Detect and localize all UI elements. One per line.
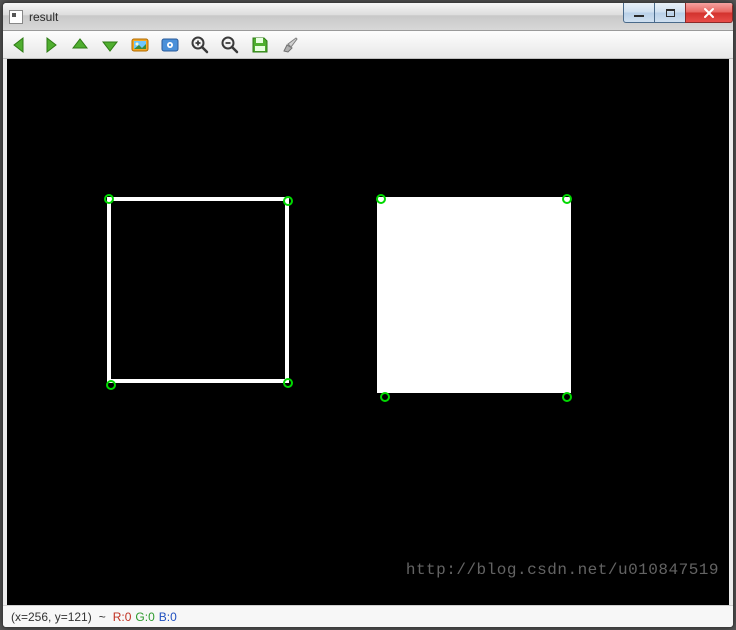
corner-marker <box>283 378 293 388</box>
corner-marker <box>283 196 293 206</box>
cursor-coords: (x=256, y=121) <box>11 610 92 624</box>
image-button[interactable] <box>129 34 151 56</box>
corner-marker <box>380 392 390 402</box>
pixel-b: B:0 <box>159 610 177 624</box>
watermark: http://blog.csdn.net/u010847519 <box>406 561 719 579</box>
pixel-r: R:0 <box>113 610 132 624</box>
maximize-button[interactable] <box>654 3 686 23</box>
app-icon <box>9 10 23 24</box>
brush-button[interactable] <box>279 34 301 56</box>
zoom-out-icon <box>220 35 240 55</box>
titlebar: result <box>3 3 733 31</box>
close-icon <box>703 7 715 19</box>
window-title: result <box>29 10 58 24</box>
arrow-right-icon <box>40 35 60 55</box>
up-button[interactable] <box>69 34 91 56</box>
corner-marker <box>106 380 116 390</box>
corner-marker <box>562 194 572 204</box>
zoom-in-icon <box>190 35 210 55</box>
corner-marker <box>104 194 114 204</box>
back-button[interactable] <box>9 34 31 56</box>
arrow-up-icon <box>70 35 90 55</box>
separator: ~ <box>99 610 106 624</box>
zoom-out-button[interactable] <box>219 34 241 56</box>
view-icon <box>160 35 180 55</box>
minimize-button[interactable] <box>623 3 655 23</box>
zoom-in-button[interactable] <box>189 34 211 56</box>
save-icon <box>250 35 270 55</box>
filled-square <box>377 197 571 393</box>
app-window: result <box>2 2 734 628</box>
image-icon <box>130 35 150 55</box>
corner-marker <box>376 194 386 204</box>
view-button[interactable] <box>159 34 181 56</box>
minimize-icon <box>634 15 644 17</box>
arrow-left-icon <box>10 35 30 55</box>
down-button[interactable] <box>99 34 121 56</box>
status-bar: (x=256, y=121) ~ R:0 G:0 B:0 <box>3 605 733 627</box>
save-button[interactable] <box>249 34 271 56</box>
pixel-g: G:0 <box>135 610 154 624</box>
window-buttons <box>624 3 733 23</box>
brush-icon <box>280 35 300 55</box>
image-canvas[interactable]: http://blog.csdn.net/u010847519 <box>7 59 729 605</box>
arrow-down-icon <box>100 35 120 55</box>
outline-square <box>107 197 289 383</box>
forward-button[interactable] <box>39 34 61 56</box>
close-button[interactable] <box>685 3 733 23</box>
corner-marker <box>562 392 572 402</box>
toolbar <box>3 31 733 59</box>
maximize-icon <box>666 9 675 17</box>
